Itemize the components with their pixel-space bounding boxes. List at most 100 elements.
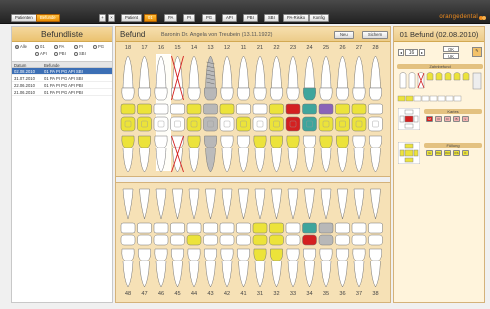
filling-chip-ks[interactable]: KS bbox=[453, 150, 460, 156]
patients-button[interactable]: Patienten bbox=[11, 14, 37, 22]
prev-tooth-icon[interactable]: ◂ bbox=[398, 49, 404, 56]
upper-tooth[interactable] bbox=[137, 55, 152, 173]
tb-pbi-button[interactable]: PBI bbox=[243, 14, 258, 22]
tooth-number-33[interactable]: 33 bbox=[286, 291, 300, 297]
tb-pa-risk-button[interactable]: PA-Risiko bbox=[283, 14, 310, 22]
tooth-status-icons[interactable] bbox=[397, 70, 483, 94]
filter-pg[interactable]: PG bbox=[93, 44, 104, 49]
lower-jaw[interactable] bbox=[116, 185, 390, 290]
lower-tooth[interactable] bbox=[137, 188, 152, 288]
tooth-number-32[interactable]: 32 bbox=[270, 291, 284, 297]
filling-chip-kg[interactable]: KG bbox=[435, 150, 442, 156]
tooth-number-28[interactable]: 28 bbox=[369, 45, 383, 51]
filter-sbi[interactable]: SBI bbox=[74, 51, 86, 56]
upper-jaw[interactable] bbox=[116, 54, 390, 174]
lower-tooth[interactable] bbox=[170, 188, 185, 288]
ok-upper-button[interactable]: OK bbox=[443, 46, 459, 52]
uk-lower-button[interactable]: UK bbox=[443, 53, 459, 59]
tooth-status-chips[interactable] bbox=[397, 95, 483, 102]
filter-pi[interactable]: PI bbox=[74, 44, 83, 49]
lower-tooth[interactable] bbox=[120, 188, 136, 288]
lower-tooth[interactable] bbox=[186, 188, 202, 288]
lower-tooth[interactable] bbox=[285, 188, 301, 288]
tooth-number-38[interactable]: 38 bbox=[369, 291, 383, 297]
filter-all[interactable]: Alle bbox=[15, 44, 27, 49]
lower-tooth[interactable] bbox=[351, 188, 367, 288]
upper-tooth[interactable] bbox=[236, 55, 251, 173]
tooth-number-31[interactable]: 31 bbox=[253, 291, 267, 297]
upper-tooth[interactable] bbox=[170, 55, 185, 173]
tooth-number-15[interactable]: 15 bbox=[171, 45, 185, 51]
col-findings-header[interactable]: Befunde bbox=[42, 62, 112, 68]
filling-chip-k[interactable]: K bbox=[462, 150, 469, 156]
caries-surface-selector[interactable] bbox=[398, 108, 420, 130]
tooth-number-36[interactable]: 36 bbox=[336, 291, 350, 297]
tooth-number-23[interactable]: 23 bbox=[286, 45, 300, 51]
lower-tooth[interactable] bbox=[318, 188, 334, 288]
caries-chip-l[interactable]: L bbox=[462, 116, 469, 122]
upper-tooth[interactable] bbox=[318, 55, 334, 173]
list-row[interactable]: 02.08.2010 01 PA PI PG API SBI bbox=[12, 68, 112, 75]
lower-tooth[interactable] bbox=[236, 188, 251, 288]
tooth-number-45[interactable]: 45 bbox=[171, 291, 185, 297]
filter-api[interactable]: API bbox=[35, 51, 47, 56]
tooth-number-46[interactable]: 46 bbox=[154, 291, 168, 297]
tooth-number-42[interactable]: 42 bbox=[220, 291, 234, 297]
upper-tooth[interactable] bbox=[153, 55, 169, 173]
upper-tooth[interactable] bbox=[302, 55, 317, 173]
save-button[interactable]: Sichern bbox=[362, 31, 389, 39]
tooth-number-24[interactable]: 24 bbox=[303, 45, 317, 51]
caries-chip-b[interactable]: B bbox=[453, 116, 460, 122]
upper-tooth[interactable] bbox=[335, 55, 350, 173]
lower-tooth[interactable] bbox=[335, 188, 350, 288]
lower-tooth[interactable] bbox=[368, 188, 383, 288]
filling-surface-selector[interactable] bbox=[398, 142, 420, 164]
tb-config-button[interactable]: Konfig bbox=[309, 14, 329, 22]
tooth-number-11[interactable]: 11 bbox=[237, 45, 251, 51]
tb-api-button[interactable]: API bbox=[222, 14, 237, 22]
tooth-number-26[interactable]: 26 bbox=[336, 45, 350, 51]
tooth-number-48[interactable]: 48 bbox=[121, 291, 135, 297]
tooth-number-21[interactable]: 21 bbox=[253, 45, 267, 51]
caries-chip-o[interactable]: O bbox=[435, 116, 442, 122]
tooth-number-43[interactable]: 43 bbox=[204, 291, 218, 297]
upper-tooth[interactable] bbox=[120, 55, 136, 173]
list-row[interactable]: 31.07.2010 01 PA PI PG API SBI bbox=[12, 75, 112, 82]
lower-tooth[interactable] bbox=[203, 188, 218, 288]
tooth-number-47[interactable]: 47 bbox=[138, 291, 152, 297]
close-icon[interactable]: × bbox=[108, 14, 115, 22]
tooth-number-44[interactable]: 44 bbox=[187, 291, 201, 297]
lower-tooth[interactable] bbox=[153, 188, 169, 288]
tooth-number-field[interactable]: 16 bbox=[405, 49, 418, 56]
tooth-number-13[interactable]: 13 bbox=[204, 45, 218, 51]
add-icon[interactable]: + bbox=[99, 14, 106, 22]
findings-button[interactable]: Befunde bbox=[36, 14, 60, 22]
upper-tooth[interactable] bbox=[186, 55, 202, 173]
filling-chip-ko[interactable]: KO bbox=[444, 150, 451, 156]
lower-tooth[interactable] bbox=[269, 188, 284, 288]
tb-patient-button[interactable]: Patient bbox=[121, 14, 143, 22]
tooth-number-35[interactable]: 35 bbox=[319, 291, 333, 297]
tooth-number-16[interactable]: 16 bbox=[154, 45, 168, 51]
tb-pg-button[interactable]: PG bbox=[202, 14, 217, 22]
tooth-number-12[interactable]: 12 bbox=[220, 45, 234, 51]
tooth-number-25[interactable]: 25 bbox=[319, 45, 333, 51]
lower-tooth[interactable] bbox=[252, 188, 268, 288]
filter-pbi[interactable]: PBI bbox=[54, 51, 66, 56]
next-tooth-icon[interactable]: ▸ bbox=[419, 49, 425, 56]
tb-pa-button[interactable]: PA bbox=[164, 14, 178, 22]
filling-chip-g[interactable]: G bbox=[426, 150, 433, 156]
tb-01-button[interactable]: 01 bbox=[144, 14, 157, 22]
tooth-number-37[interactable]: 37 bbox=[352, 291, 366, 297]
tooth-number-18[interactable]: 18 bbox=[121, 45, 135, 51]
tb-sbi-button[interactable]: SBI bbox=[264, 14, 279, 22]
upper-tooth[interactable] bbox=[368, 55, 383, 173]
filter-pa[interactable]: PA bbox=[54, 44, 64, 49]
list-row[interactable]: 21.06.2010 01 PA PI PG API PBI bbox=[12, 89, 112, 96]
lower-tooth[interactable] bbox=[219, 188, 235, 288]
upper-tooth[interactable] bbox=[203, 55, 218, 173]
lower-tooth[interactable] bbox=[302, 188, 317, 288]
list-row[interactable]: 22.06.2010 01 PA PI PG API PBI bbox=[12, 82, 112, 89]
upper-tooth[interactable] bbox=[285, 55, 301, 173]
tb-pi-button[interactable]: PI bbox=[183, 14, 195, 22]
